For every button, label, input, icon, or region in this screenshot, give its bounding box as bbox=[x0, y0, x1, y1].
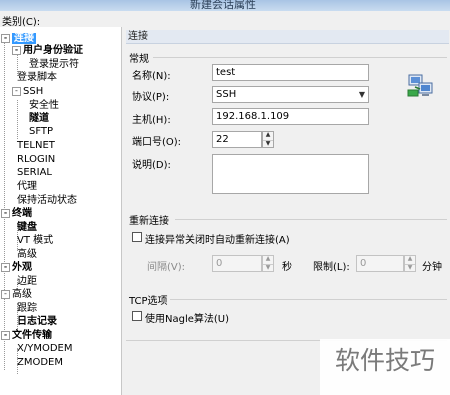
port-label: 端口号(O): bbox=[132, 137, 182, 148]
tree-item-file-transfer[interactable]: - 文件传输 bbox=[1, 329, 52, 342]
tree-item-label: SSH bbox=[23, 86, 44, 97]
interval-label: 间隔(V): bbox=[147, 262, 186, 273]
stepper-up-icon[interactable]: ▲ bbox=[405, 256, 415, 264]
tree-item-label: 外观 bbox=[12, 262, 32, 273]
tree-item-ssh[interactable]: - SSH bbox=[12, 85, 43, 98]
tree-item-vt-mode[interactable]: VT 模式 bbox=[17, 234, 53, 247]
collapse-icon[interactable]: - bbox=[12, 87, 21, 96]
tree-item-terminal[interactable]: - 终端 bbox=[1, 207, 32, 220]
tcp-section-title: TCP选项 bbox=[129, 296, 168, 307]
tree-item-login-script[interactable]: 登录脚本 bbox=[17, 71, 57, 84]
tree-item-telnet[interactable]: TELNET bbox=[17, 139, 55, 152]
tree-item-label: 登录脚本 bbox=[17, 72, 57, 83]
tree-item-label: 跟踪 bbox=[17, 303, 37, 314]
interval-unit: 秒 bbox=[282, 262, 292, 273]
description-field[interactable] bbox=[212, 154, 369, 194]
tree-item-keyboard[interactable]: 键盘 bbox=[17, 221, 37, 234]
category-label: 类别(C): bbox=[2, 17, 41, 28]
stepper-down-icon[interactable]: ▼ bbox=[263, 139, 273, 148]
tree-item-label: TELNET bbox=[17, 140, 55, 151]
nagle-checkbox[interactable] bbox=[132, 311, 142, 321]
tree-item-xymodem[interactable]: X/YMODEM bbox=[17, 342, 72, 355]
collapse-icon[interactable]: - bbox=[1, 263, 10, 272]
auto-reconnect-label[interactable]: 连接异常关闭时自动重新连接(A) bbox=[145, 231, 290, 246]
category-tree[interactable]: - 连接 - 用户身份验证 登录提示符 登录脚本 - SSH 安全性 隧道 SFTP TELNET RL… bbox=[0, 27, 122, 395]
general-section-title: 常规 bbox=[129, 54, 149, 65]
tree-item-label: 键盘 bbox=[17, 222, 37, 233]
protocol-label: 协议(P): bbox=[132, 92, 170, 103]
tree-item-serial[interactable]: SERIAL bbox=[17, 166, 52, 179]
tree-item-label: 高级 bbox=[17, 249, 37, 260]
tree-item-label: 用户身份验证 bbox=[23, 45, 83, 56]
collapse-icon[interactable]: - bbox=[1, 331, 10, 340]
nagle-label[interactable]: 使用Nagle算法(U) bbox=[145, 310, 229, 325]
tree-item-logging[interactable]: 日志记录 bbox=[17, 315, 57, 328]
limit-stepper[interactable]: ▲ ▼ bbox=[404, 255, 416, 272]
tree-item-security[interactable]: 安全性 bbox=[29, 99, 59, 112]
tree-item-margins[interactable]: 边距 bbox=[17, 275, 37, 288]
limit-field[interactable]: 0 bbox=[356, 255, 404, 272]
tree-item-proxy[interactable]: 代理 bbox=[17, 180, 37, 193]
tree-item-label: 连接 bbox=[12, 33, 36, 44]
tree-item-auth[interactable]: - 用户身份验证 bbox=[12, 44, 83, 57]
tree-item-label: ZMODEM bbox=[17, 357, 63, 368]
tree-item-label: 文件传输 bbox=[12, 330, 52, 341]
tree-item-label: SFTP bbox=[29, 126, 54, 137]
tree-item-label: 终端 bbox=[12, 208, 32, 219]
name-label: 名称(N): bbox=[132, 71, 171, 82]
tree-item-keepalive[interactable]: 保持活动状态 bbox=[17, 194, 77, 207]
collapse-icon[interactable]: - bbox=[1, 34, 10, 43]
port-field[interactable]: 22 bbox=[212, 131, 262, 148]
tree-item-tracking[interactable]: 跟踪 bbox=[17, 302, 37, 315]
dialog-title-bar: 新建会话属性 bbox=[0, 0, 450, 11]
description-label: 说明(D): bbox=[132, 160, 171, 171]
collapse-icon[interactable]: - bbox=[1, 209, 10, 218]
tree-item-label: 安全性 bbox=[29, 100, 59, 111]
dialog-title: 新建会话属性 bbox=[190, 0, 256, 11]
tree-item-label: 边距 bbox=[17, 276, 37, 287]
stepper-down-icon[interactable]: ▼ bbox=[263, 263, 273, 272]
stepper-up-icon[interactable]: ▲ bbox=[263, 256, 273, 264]
network-computers-icon bbox=[406, 72, 436, 100]
watermark: 软件技巧 bbox=[320, 339, 450, 395]
tree-item-login-prompts[interactable]: 登录提示符 bbox=[29, 58, 79, 71]
tree-item-sftp[interactable]: SFTP bbox=[29, 125, 53, 138]
collapse-icon[interactable]: - bbox=[12, 46, 21, 55]
tree-item-label: VT 模式 bbox=[17, 235, 54, 246]
tree-item-label: 隧道 bbox=[29, 113, 49, 124]
tree-item-label: SERIAL bbox=[17, 167, 52, 178]
tree-item-appearance[interactable]: - 外观 bbox=[1, 261, 32, 274]
collapse-icon[interactable]: - bbox=[1, 290, 10, 299]
tree-item-label: 高级 bbox=[12, 289, 32, 300]
protocol-select[interactable]: SSH ▼ bbox=[212, 86, 369, 103]
protocol-value: SSH bbox=[216, 89, 237, 100]
tree-item-advanced-term[interactable]: 高级 bbox=[17, 248, 37, 261]
tree-item-label: 日志记录 bbox=[17, 316, 57, 327]
tree-item-label: 登录提示符 bbox=[29, 59, 79, 70]
tree-item-label: RLOGIN bbox=[17, 154, 56, 165]
tree-item-rlogin[interactable]: RLOGIN bbox=[17, 153, 55, 166]
interval-stepper[interactable]: ▲ ▼ bbox=[262, 255, 274, 272]
tree-item-advanced[interactable]: - 高级 bbox=[1, 288, 32, 301]
stepper-down-icon[interactable]: ▼ bbox=[405, 263, 415, 272]
tree-item-zmodem[interactable]: ZMODEM bbox=[17, 356, 63, 369]
stepper-up-icon[interactable]: ▲ bbox=[263, 132, 273, 140]
panel-title: 连接 bbox=[126, 30, 449, 44]
auto-reconnect-checkbox[interactable] bbox=[132, 232, 142, 242]
interval-field[interactable]: 0 bbox=[212, 255, 262, 272]
host-label: 主机(H): bbox=[132, 115, 171, 126]
tree-item-label: 代理 bbox=[17, 181, 37, 192]
tree-item-label: X/YMODEM bbox=[17, 343, 73, 354]
chevron-down-icon: ▼ bbox=[358, 90, 365, 99]
name-field[interactable]: test bbox=[212, 64, 369, 81]
tree-item-tunnel[interactable]: 隧道 bbox=[29, 112, 49, 125]
limit-unit: 分钟 bbox=[422, 262, 442, 273]
limit-label: 限制(L): bbox=[313, 262, 350, 273]
port-stepper[interactable]: ▲ ▼ bbox=[262, 131, 274, 148]
reconnect-section-title: 重新连接 bbox=[129, 216, 169, 227]
tree-item-label: 保持活动状态 bbox=[17, 195, 77, 206]
host-field[interactable]: 192.168.1.109 bbox=[212, 108, 369, 125]
